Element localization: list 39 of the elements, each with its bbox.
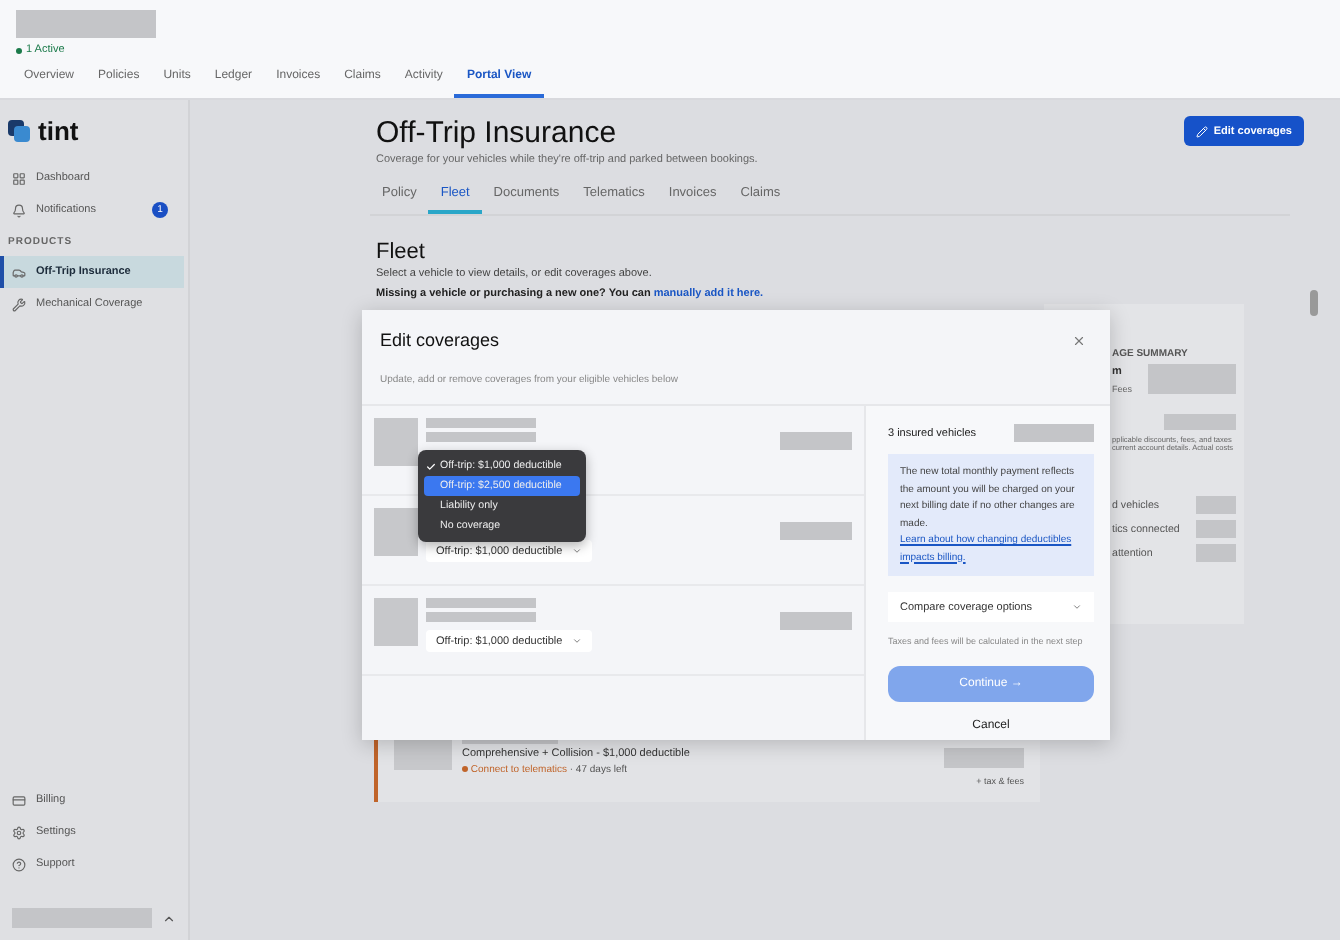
redacted-block — [780, 432, 852, 450]
chevron-down-icon — [572, 636, 583, 646]
close-icon[interactable] — [1072, 334, 1086, 348]
redacted-block — [780, 522, 852, 540]
redacted-block — [12, 908, 152, 928]
redacted-block — [944, 748, 1024, 768]
redacted-block — [1014, 424, 1094, 442]
redacted-block — [1196, 520, 1236, 538]
redacted-block — [1164, 414, 1236, 430]
chevron-up-icon[interactable] — [162, 911, 176, 925]
redacted-block — [426, 612, 536, 622]
scrollbar-thumb[interactable] — [1310, 290, 1318, 316]
redacted-block — [780, 612, 852, 630]
redacted-block — [426, 598, 536, 608]
redacted-block — [1196, 544, 1236, 562]
gear-icon — [12, 825, 26, 839]
page-title: Off-Trip Insurance — [376, 116, 619, 152]
redacted-block — [426, 418, 536, 428]
car-icon — [12, 265, 26, 279]
redacted-block — [1196, 496, 1236, 514]
logo-icon — [8, 120, 30, 142]
redacted-block — [374, 598, 418, 646]
chevron-down-icon — [572, 546, 583, 556]
redacted-block — [16, 10, 156, 38]
bell-icon — [12, 203, 26, 217]
logo-text: tint — [38, 116, 79, 146]
pencil-icon — [1195, 125, 1208, 137]
dialog-title: Edit coverages — [380, 330, 502, 350]
redacted-block — [374, 418, 418, 466]
chevron-down-icon — [1072, 602, 1082, 612]
redacted-block — [1148, 364, 1236, 394]
redacted-block — [374, 508, 418, 556]
help-icon — [12, 857, 26, 871]
card-icon — [12, 793, 26, 807]
wrench-icon — [12, 297, 26, 311]
redacted-block — [426, 432, 536, 442]
grid-icon — [12, 171, 26, 185]
section-heading: Fleet — [376, 240, 427, 264]
check-icon — [426, 461, 436, 471]
